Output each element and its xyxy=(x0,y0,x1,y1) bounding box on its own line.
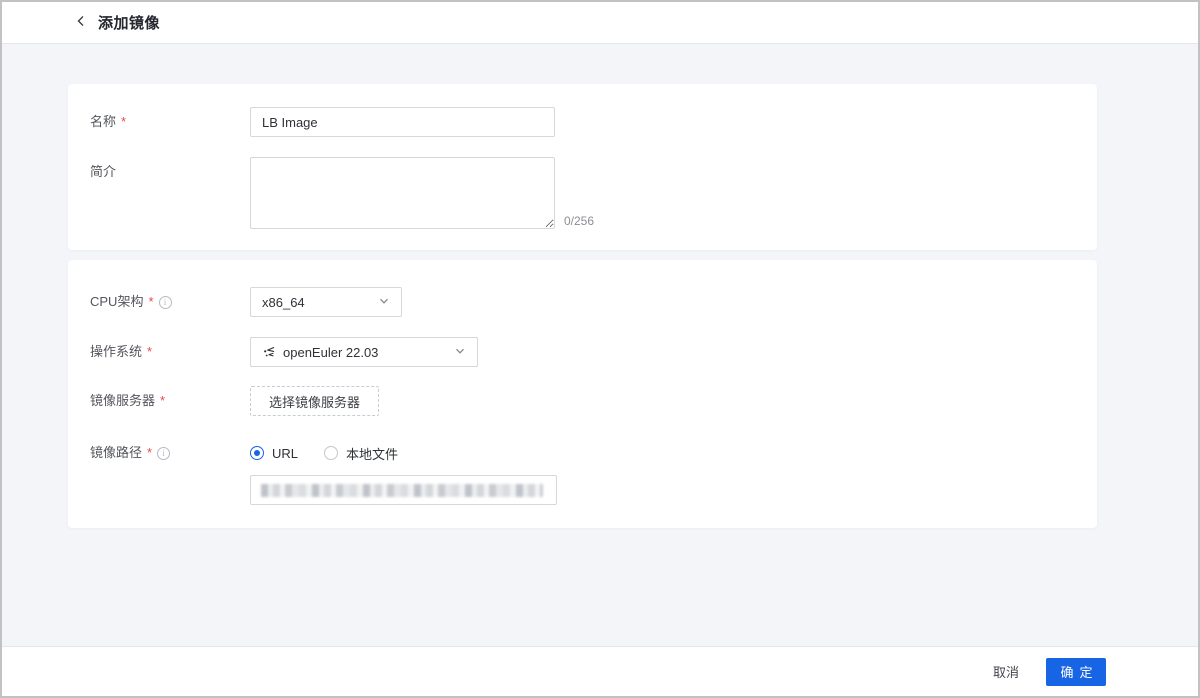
back-chevron-icon xyxy=(74,14,88,31)
cpu-arch-value: x86_64 xyxy=(262,295,378,310)
required-asterisk: * xyxy=(147,337,152,367)
required-asterisk: * xyxy=(148,287,153,317)
cancel-button[interactable]: 取消 xyxy=(993,662,1019,681)
os-row: 操作系统 * openEuler 22.03 xyxy=(68,337,1097,367)
url-input[interactable] xyxy=(250,475,557,505)
image-server-label: 镜像服务器 * xyxy=(90,386,250,416)
basic-info-card: 名称 * 简介 0/256 xyxy=(68,84,1097,250)
chevron-down-icon xyxy=(378,295,390,310)
required-asterisk: * xyxy=(147,444,152,462)
name-label: 名称 * xyxy=(90,107,250,137)
action-footer: 取消 确定 xyxy=(2,646,1198,696)
confirm-button[interactable]: 确定 xyxy=(1046,658,1106,686)
info-icon[interactable]: i xyxy=(157,447,170,460)
page-header: 添加镜像 xyxy=(2,2,1198,44)
required-asterisk: * xyxy=(160,386,165,416)
cpu-arch-select[interactable]: x86_64 xyxy=(250,287,402,317)
page-title: 添加镜像 xyxy=(98,12,160,33)
name-input[interactable] xyxy=(250,107,555,137)
os-select[interactable]: openEuler 22.03 xyxy=(250,337,478,367)
image-config-card: CPU架构 * i x86_64 操作系统 * xyxy=(68,260,1097,528)
image-server-row: 镜像服务器 * 选择镜像服务器 xyxy=(68,386,1097,416)
path-type-radio-group: URL 本地文件 xyxy=(250,444,557,462)
char-counter: 0/256 xyxy=(564,214,594,229)
form-body: 名称 * 简介 0/256 CPU架构 * xyxy=(2,44,1198,646)
cpu-arch-label: CPU架构 * i xyxy=(90,287,250,317)
description-textarea[interactable] xyxy=(250,157,555,229)
required-asterisk: * xyxy=(121,107,126,137)
radio-selected-icon xyxy=(250,446,264,460)
name-row: 名称 * xyxy=(68,107,1097,137)
image-path-field: URL 本地文件 xyxy=(250,444,557,505)
os-label: 操作系统 * xyxy=(90,337,250,367)
image-path-row: 镜像路径 * i URL 本地文件 xyxy=(68,444,1097,505)
radio-local-file[interactable]: 本地文件 xyxy=(324,444,398,463)
info-icon[interactable]: i xyxy=(159,296,172,309)
radio-unselected-icon xyxy=(324,446,338,460)
description-label: 简介 xyxy=(90,157,250,187)
add-image-screen: 添加镜像 名称 * 简介 0/256 xyxy=(0,0,1200,698)
os-value: openEuler 22.03 xyxy=(283,345,454,360)
cpu-arch-row: CPU架构 * i x86_64 xyxy=(68,287,1097,317)
description-field-wrap: 0/256 xyxy=(250,157,594,229)
back-button[interactable] xyxy=(72,14,90,32)
openeuler-logo-icon xyxy=(262,345,276,359)
select-image-server-button[interactable]: 选择镜像服务器 xyxy=(250,386,379,416)
radio-url[interactable]: URL xyxy=(250,446,298,461)
chevron-down-icon xyxy=(454,345,466,360)
description-row: 简介 0/256 xyxy=(68,157,1097,229)
redacted-url-value xyxy=(261,484,543,497)
image-path-label: 镜像路径 * i xyxy=(90,444,250,462)
